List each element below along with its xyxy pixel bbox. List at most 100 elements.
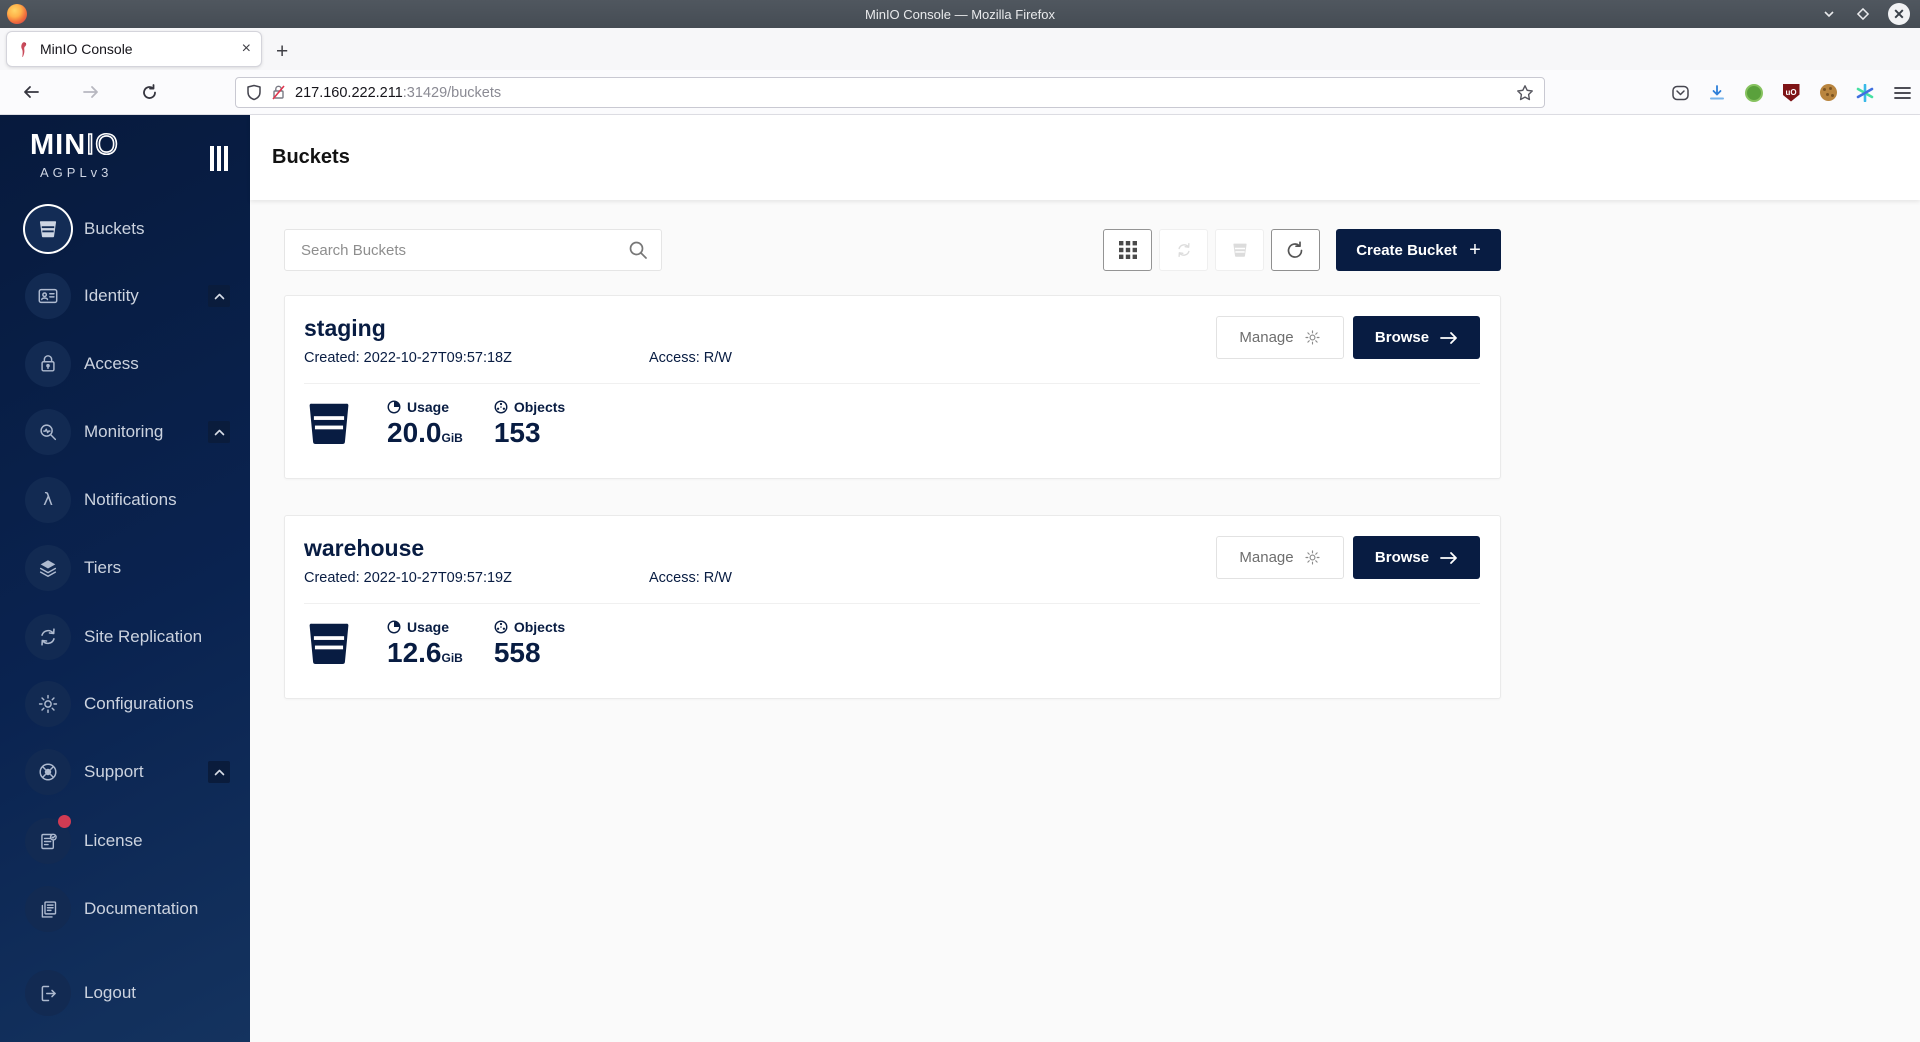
bucket-name: warehouse xyxy=(304,536,732,561)
sidebar-item-logout[interactable]: Logout xyxy=(0,970,250,1016)
objects-icon xyxy=(494,400,508,414)
bookmark-star-icon[interactable] xyxy=(1516,84,1534,102)
downloads-icon[interactable] xyxy=(1707,83,1727,103)
grid-view-button[interactable] xyxy=(1103,229,1152,271)
extension-green-icon[interactable] xyxy=(1744,83,1764,103)
sidebar-item-support[interactable]: Support xyxy=(0,749,250,795)
pocket-icon[interactable] xyxy=(1670,83,1690,103)
bucket-access: Access: R/W xyxy=(649,570,732,586)
tab-close-icon[interactable]: × xyxy=(242,41,251,57)
insecure-lock-icon[interactable] xyxy=(271,84,286,101)
identity-card-icon xyxy=(25,273,71,319)
sidebar-item-tiers[interactable]: Tiers xyxy=(0,545,250,591)
bucket-card-staging: staging Created: 2022-10-27T09:57:18Z Ac… xyxy=(284,295,1501,479)
url-host: 217.160.222.211 xyxy=(295,85,403,101)
bucket-name: staging xyxy=(304,316,732,341)
browse-button[interactable]: Browse xyxy=(1353,536,1480,579)
monitor-search-icon xyxy=(25,409,71,455)
page-title: Buckets xyxy=(272,146,350,169)
bucket-created: Created: 2022-10-27T09:57:19Z xyxy=(304,570,649,586)
objects-stat: Objects 153 xyxy=(494,399,565,449)
bucket-outline-icon xyxy=(1231,241,1249,259)
cookie-extension-icon[interactable] xyxy=(1818,83,1838,103)
sidebar-item-label: Access xyxy=(84,354,139,374)
delete-buckets-button[interactable] xyxy=(1215,229,1264,271)
window-controls: ✕ xyxy=(1820,0,1910,28)
sidebar-item-license[interactable]: License xyxy=(0,818,250,864)
svg-text:λ: λ xyxy=(43,490,53,509)
sidebar-item-buckets[interactable]: Buckets xyxy=(0,206,250,252)
sidebar-item-identity[interactable]: Identity xyxy=(0,273,250,319)
new-tab-button[interactable]: + xyxy=(276,40,288,64)
replication-icon xyxy=(1175,241,1193,259)
sidebar-item-label: Buckets xyxy=(84,219,144,239)
license-notification-badge xyxy=(58,815,71,828)
minio-logo: MINIO xyxy=(30,131,119,160)
sidebar-item-notifications[interactable]: λ Notifications xyxy=(0,477,250,523)
tab-minio-console[interactable]: MinIO Console × xyxy=(6,31,262,67)
sidebar: MINIO AGPLv3 Buckets Identity xyxy=(0,115,250,1042)
browser-toolbar: 217.160.222.211:31429/buckets uO xyxy=(0,70,1920,115)
sidebar-item-monitoring[interactable]: Monitoring xyxy=(0,409,250,455)
browse-label: Browse xyxy=(1375,329,1429,346)
bucket-icon xyxy=(304,619,354,669)
window-minimize-button[interactable] xyxy=(1820,5,1838,23)
shield-icon[interactable] xyxy=(246,84,262,101)
ublock-origin-icon[interactable]: uO xyxy=(1781,83,1801,103)
search-wrap xyxy=(284,229,662,271)
bucket-icon xyxy=(304,399,354,449)
manage-button[interactable]: Manage xyxy=(1216,536,1344,579)
bucket-card-warehouse: warehouse Created: 2022-10-27T09:57:19Z … xyxy=(284,515,1501,699)
browse-button[interactable]: Browse xyxy=(1353,316,1480,359)
bucket-actions: Manage Browse xyxy=(1216,316,1480,366)
screen: MinIO Console — Mozilla Firefox ✕ MinIO … xyxy=(0,0,1920,1042)
plus-icon: + xyxy=(1469,240,1481,260)
create-bucket-button[interactable]: Create Bucket + xyxy=(1336,229,1501,271)
bucket-access: Access: R/W xyxy=(649,350,732,366)
gear-icon xyxy=(1304,549,1321,566)
set-replication-button[interactable] xyxy=(1159,229,1208,271)
gear-icon xyxy=(25,681,71,727)
window-maximize-button[interactable] xyxy=(1854,5,1872,23)
create-bucket-label: Create Bucket xyxy=(1356,242,1457,259)
usage-pie-icon xyxy=(387,620,401,634)
manage-label: Manage xyxy=(1239,549,1293,566)
lifebuoy-icon xyxy=(25,749,71,795)
bucket-actions: Manage Browse xyxy=(1216,536,1480,586)
sidebar-item-site-replication[interactable]: Site Replication xyxy=(0,614,250,660)
toolbar-extensions: uO xyxy=(1670,77,1912,108)
chevron-up-icon[interactable] xyxy=(208,285,230,307)
search-buckets-input[interactable] xyxy=(284,229,662,271)
chevron-up-icon[interactable] xyxy=(208,761,230,783)
objects-stat: Objects 558 xyxy=(494,619,565,669)
url-bar[interactable]: 217.160.222.211:31429/buckets xyxy=(235,77,1545,108)
refresh-buckets-button[interactable] xyxy=(1271,229,1320,271)
manage-button[interactable]: Manage xyxy=(1216,316,1344,359)
sidebar-item-label: Site Replication xyxy=(84,627,202,647)
reload-button[interactable] xyxy=(132,77,166,107)
search-icon xyxy=(628,240,648,260)
arrow-right-icon xyxy=(1440,331,1458,345)
sidebar-item-access[interactable]: Access xyxy=(0,341,250,387)
chevron-up-icon[interactable] xyxy=(208,421,230,443)
url-text: 217.160.222.211:31429/buckets xyxy=(295,84,1507,102)
logout-icon xyxy=(25,970,71,1016)
menu-hamburger-icon[interactable] xyxy=(1892,83,1912,103)
main-area: Buckets xyxy=(250,115,1920,1042)
sidebar-item-label: License xyxy=(84,831,143,851)
usage-value: 20.0 xyxy=(387,417,442,448)
sidebar-item-configurations[interactable]: Configurations xyxy=(0,681,250,727)
objects-label: Objects xyxy=(514,619,565,635)
back-button[interactable] xyxy=(14,77,48,107)
usage-stat: Usage 12.6GiB xyxy=(387,619,463,669)
extension-asterisk-icon[interactable] xyxy=(1855,83,1875,103)
usage-unit: GiB xyxy=(442,651,463,665)
sidebar-item-label: Monitoring xyxy=(84,422,163,442)
sidebar-item-documentation[interactable]: Documentation xyxy=(0,886,250,932)
sidebar-collapse-icon[interactable] xyxy=(210,146,228,171)
sidebar-item-label: Support xyxy=(84,762,144,782)
replication-icon xyxy=(25,614,71,660)
sidebar-item-label: Notifications xyxy=(84,490,177,510)
forward-button[interactable] xyxy=(74,77,108,107)
window-close-button[interactable]: ✕ xyxy=(1888,3,1910,25)
